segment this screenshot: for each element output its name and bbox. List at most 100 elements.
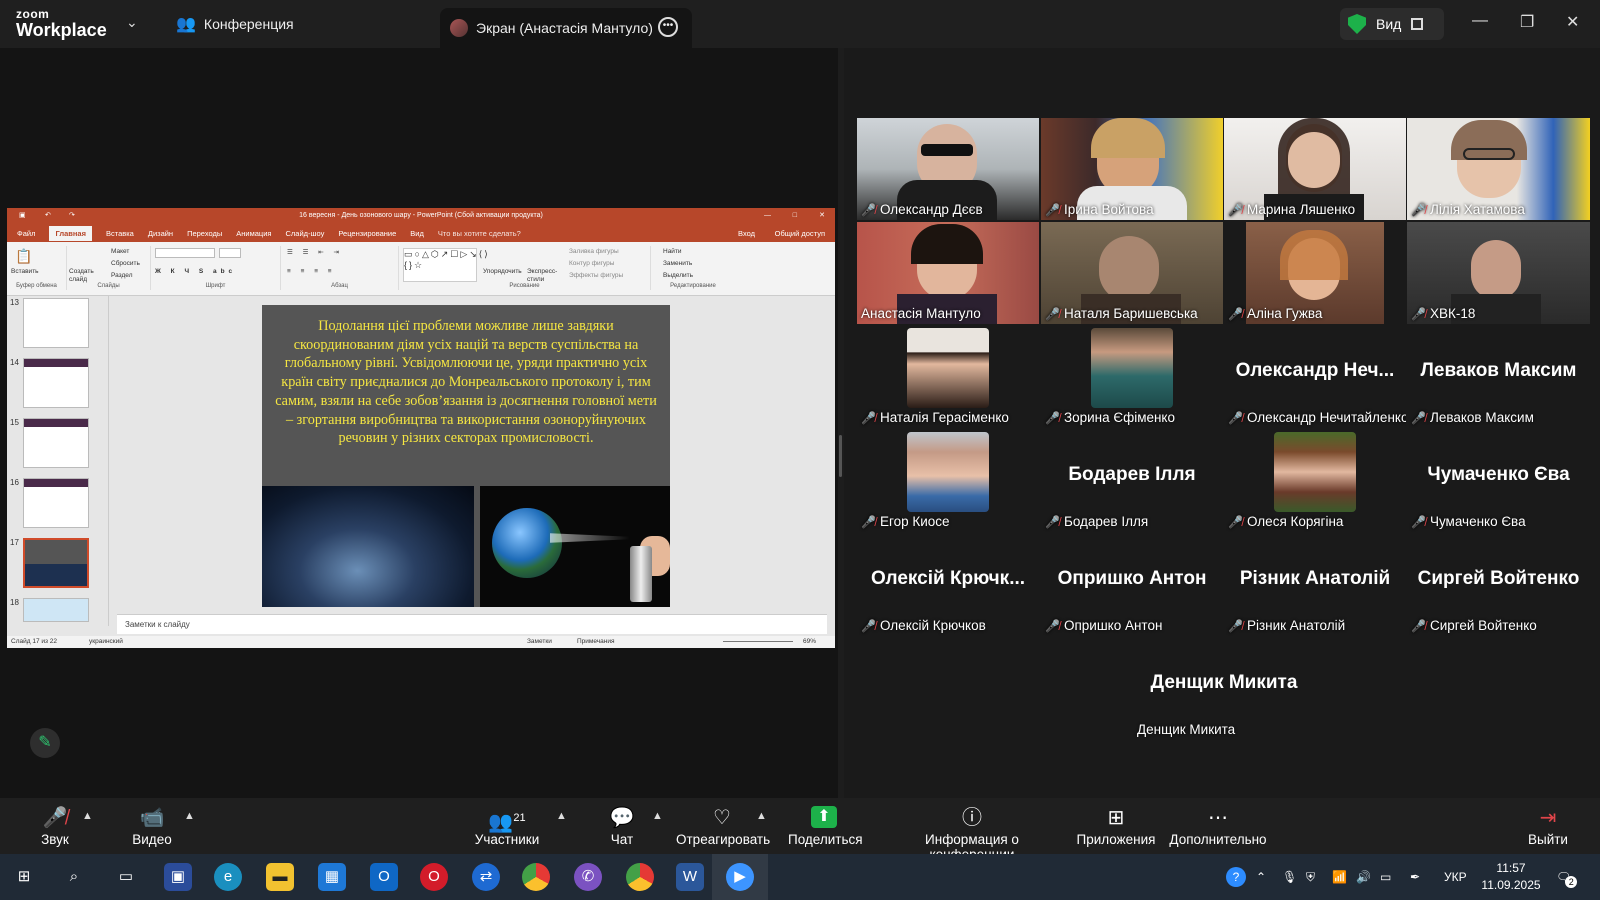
thumbnail-slide-16[interactable] xyxy=(23,478,89,528)
replace-button[interactable]: Заменить xyxy=(663,260,692,267)
file-explorer-icon[interactable]: ▬ xyxy=(266,863,294,891)
participant-tile[interactable]: Опришко Антон 🎤̸ Опришко Антон xyxy=(1041,534,1223,636)
thumbnail-slide-13[interactable] xyxy=(23,298,89,348)
participant-tile[interactable]: Чумаченко Єва 🎤̸ Чумаченко Єва xyxy=(1407,430,1590,532)
participants-button[interactable]: 👥21 Участники xyxy=(474,806,540,847)
menu-review[interactable]: Рецензирование xyxy=(338,229,396,238)
save-icon[interactable]: ▣ xyxy=(19,208,26,224)
view-button[interactable]: Вид xyxy=(1340,8,1444,40)
teamviewer-icon[interactable]: ⇄ xyxy=(472,863,500,891)
shape-fill-button[interactable]: Заливка фигуры xyxy=(569,248,619,255)
layout-button[interactable]: Макет xyxy=(111,248,129,255)
participant-tile[interactable]: 🎤̸ Наталія Герасіменко xyxy=(857,326,1039,428)
pen-tray-icon[interactable]: ✒ xyxy=(1410,854,1420,900)
search-icon[interactable]: ⌕ xyxy=(60,863,88,891)
section-button[interactable]: Раздел xyxy=(111,272,132,279)
help-icon[interactable]: ? xyxy=(1226,854,1246,900)
audio-button[interactable]: 🎤̸ Звук xyxy=(38,806,72,847)
participant-tile[interactable]: 🎤̸ Аліна Гужва xyxy=(1224,222,1406,324)
shape-outline-button[interactable]: Контур фигуры xyxy=(569,260,614,267)
list-icons[interactable]: ☰ ☰ ⇤ ⇥ xyxy=(287,248,343,256)
participants-chevron-icon[interactable]: ▲ xyxy=(556,810,567,822)
zoom-slider[interactable] xyxy=(723,641,793,642)
thumbnail-slide-18[interactable] xyxy=(23,598,89,622)
thumbnail-slide-17[interactable] xyxy=(23,538,89,588)
participant-tile[interactable]: Різник Анатолій 🎤̸ Різник Анатолій xyxy=(1224,534,1406,636)
save-app-icon[interactable]: ▣ xyxy=(164,863,192,891)
tab-conference[interactable]: 👥 Конференция xyxy=(176,0,294,48)
menu-share[interactable]: Общий доступ xyxy=(775,229,825,238)
task-view-icon[interactable]: ▭ xyxy=(112,863,140,891)
menu-design[interactable]: Дизайн xyxy=(148,229,173,238)
participant-tile[interactable]: 🎤̸ Лілія Хатамова xyxy=(1407,118,1590,220)
express-styles-button[interactable]: Экспресс-стили xyxy=(527,268,559,284)
participant-tile[interactable]: Бодарев Ілля 🎤̸ Бодарев Ілля xyxy=(1041,430,1223,532)
restore-icon[interactable]: ❐ xyxy=(1520,12,1534,32)
minimize-icon[interactable]: — xyxy=(1472,12,1488,30)
ppt-close-icon[interactable]: ✕ xyxy=(819,208,825,224)
notifications-icon[interactable]: 🗨 2 xyxy=(1556,854,1578,900)
participant-tile[interactable]: Денщик Микита Денщик Микита xyxy=(1133,638,1315,740)
edge-icon[interactable]: e xyxy=(214,863,242,891)
paste-label[interactable]: Вставить xyxy=(11,268,39,275)
store-icon[interactable]: ▦ xyxy=(318,863,346,891)
participant-tile[interactable]: Леваков Максим 🎤̸ Леваков Максим xyxy=(1407,326,1590,428)
outlook-icon[interactable]: O xyxy=(370,863,398,891)
more-options-icon[interactable]: ••• xyxy=(658,17,678,37)
notes-pane[interactable]: Заметки к слайду xyxy=(117,614,827,634)
more-button[interactable]: ⋯ Дополнительно xyxy=(1166,806,1270,847)
participant-tile-active[interactable]: Анастасія Мантуло xyxy=(857,222,1039,324)
status-comments-button[interactable]: Примечания xyxy=(577,638,615,645)
battery-icon[interactable]: ▭ xyxy=(1380,854,1391,900)
chat-chevron-icon[interactable]: ▲ xyxy=(652,810,663,822)
tab-screen-share[interactable]: Экран (Анастасія Мантуло) ••• xyxy=(440,8,692,48)
language-indicator[interactable]: УКР xyxy=(1444,854,1467,900)
menu-insert[interactable]: Вставка xyxy=(106,229,134,238)
thumbnail-slide-14[interactable] xyxy=(23,358,89,408)
undo-icon[interactable]: ↶ xyxy=(45,208,51,224)
zoom-logo[interactable]: zoom Workplace xyxy=(16,8,107,39)
menu-transitions[interactable]: Переходы xyxy=(187,229,222,238)
leave-button[interactable]: ⇥ Выйти xyxy=(1528,806,1568,847)
mic-tray-icon[interactable]: 🎙 xyxy=(1282,854,1297,900)
menu-tell-me[interactable]: Что вы хотите сделать? xyxy=(438,229,521,238)
zoom-level[interactable]: 69% xyxy=(803,638,816,645)
close-icon[interactable]: ✕ xyxy=(1566,12,1579,32)
chrome-2-icon[interactable] xyxy=(626,863,654,891)
chrome-icon[interactable] xyxy=(522,863,550,891)
font-name-field[interactable] xyxy=(155,248,215,258)
opera-icon[interactable]: O xyxy=(420,863,448,891)
thumbnail-slide-15[interactable] xyxy=(23,418,89,468)
windows-start-icon[interactable]: ⊞ xyxy=(10,863,38,891)
shape-effects-button[interactable]: Эффекты фигуры xyxy=(569,272,623,279)
react-button[interactable]: ♡ Отреагировать xyxy=(676,806,770,847)
chevron-down-icon[interactable]: ⌄ xyxy=(126,14,138,31)
font-style-buttons[interactable]: Ж К Ч S abc xyxy=(155,268,236,275)
paste-icon[interactable]: 📋 xyxy=(15,248,32,265)
shapes-gallery[interactable]: ▭○△⬡↗☐▷↘⟨⟩{}☆ xyxy=(403,248,488,282)
participant-tile[interactable]: 🎤̸ Егор Киосе xyxy=(857,430,1039,532)
volume-icon[interactable]: 🔊 xyxy=(1356,854,1371,900)
annotate-pen-button[interactable]: ✎ xyxy=(30,728,60,758)
menu-slideshow[interactable]: Слайд-шоу xyxy=(285,229,324,238)
participant-tile[interactable]: 🎤̸ Олександр Дєєв xyxy=(857,118,1039,220)
arrange-button[interactable]: Упорядочить xyxy=(483,268,522,275)
tray-chevron-icon[interactable]: ⌃ xyxy=(1256,854,1266,900)
participant-tile[interactable]: Олексій Крючк... 🎤̸ Олексій Крючков xyxy=(857,534,1039,636)
video-options-chevron-icon[interactable]: ▲ xyxy=(184,810,195,822)
react-chevron-icon[interactable]: ▲ xyxy=(756,810,767,822)
ppt-maximize-icon[interactable]: □ xyxy=(793,208,797,224)
participant-tile[interactable]: 🎤̸ Ірина Войтова xyxy=(1041,118,1223,220)
menu-view[interactable]: Вид xyxy=(410,229,424,238)
participant-tile[interactable]: 🎤̸ Олеся Корягіна xyxy=(1224,430,1406,532)
viber-icon[interactable]: ✆ xyxy=(574,863,602,891)
redo-icon[interactable]: ↷ xyxy=(69,208,75,224)
apps-button[interactable]: ⊞ Приложения xyxy=(1076,806,1156,847)
ppt-minimize-icon[interactable]: — xyxy=(764,208,771,224)
video-button[interactable]: 📹 Видео xyxy=(130,806,174,847)
menu-home[interactable]: Главная xyxy=(49,225,92,241)
participant-tile[interactable]: 🎤̸ Зорина Єфіменко xyxy=(1041,326,1223,428)
menu-file[interactable]: Файл xyxy=(17,229,35,238)
status-notes-button[interactable]: Заметки xyxy=(527,638,552,645)
find-button[interactable]: Найти xyxy=(663,248,682,255)
